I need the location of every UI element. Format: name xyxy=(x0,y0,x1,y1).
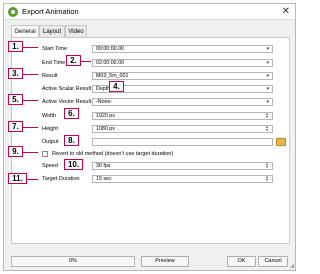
active-vector-value: -None- xyxy=(96,99,113,105)
callout-connector xyxy=(23,127,38,128)
target-duration-label: Target Duration xyxy=(42,176,80,182)
result-select[interactable]: M03_5m_001 ▾ xyxy=(92,72,273,80)
start-time-value: 00:00:00.00 xyxy=(96,46,124,52)
result-value: M03_5m_001 xyxy=(96,73,129,79)
width-value: 1920 px xyxy=(96,113,115,119)
start-time-label: Start Time xyxy=(42,46,68,52)
callout-8: 8. xyxy=(64,135,79,146)
active-vector-select[interactable]: -None- ▾ xyxy=(92,98,273,106)
callout-connector xyxy=(27,179,38,180)
end-time-value: 02:00:00.00 xyxy=(96,60,124,66)
height-label: Height xyxy=(42,126,58,132)
spin-icon[interactable]: ▲ ▼ xyxy=(264,113,270,119)
callout-2: 2. xyxy=(66,55,81,66)
spin-icon[interactable]: ▲ ▼ xyxy=(264,126,270,132)
revert-checkbox[interactable] xyxy=(42,151,48,157)
combo-arrow-icon: ▾ xyxy=(266,99,269,105)
cancel-button[interactable]: Cancel xyxy=(258,256,288,267)
callout-4: 4. xyxy=(109,81,124,92)
width-label: Width xyxy=(42,113,57,119)
combo-arrow-icon: ▾ xyxy=(266,73,269,79)
resize-grip-icon[interactable]: ◢ xyxy=(290,263,294,269)
target-duration-spinbox[interactable]: 15 sec ▲ ▼ xyxy=(92,175,273,183)
width-spinbox[interactable]: 1920 px ▲ ▼ xyxy=(92,112,273,120)
spin-icon[interactable]: ▲ ▼ xyxy=(264,176,270,182)
speed-spinbox[interactable]: 30 fps ▲ ▼ xyxy=(92,162,273,170)
callout-connector xyxy=(81,61,91,62)
export-animation-dialog: Export Animation ✕ General Layout Video … xyxy=(3,3,296,271)
callout-9: 9. xyxy=(8,146,23,157)
speed-value: 30 fps xyxy=(96,163,111,169)
output-label: Output xyxy=(42,139,59,145)
result-label: Result xyxy=(42,73,58,79)
folder-icon[interactable] xyxy=(276,138,286,146)
callout-7: 7. xyxy=(8,121,23,132)
callout-10: 10. xyxy=(64,159,83,170)
ok-button[interactable]: OK xyxy=(227,256,256,267)
speed-label: Speed xyxy=(42,163,58,169)
footer-bar: 0% Preview OK Cancel ◢ xyxy=(4,254,295,270)
height-value: 1080 px xyxy=(96,126,115,132)
output-path-input[interactable] xyxy=(92,138,273,146)
preview-button[interactable]: Preview xyxy=(141,256,189,267)
revert-label: Revert to old method (doesn't use target… xyxy=(52,151,174,157)
close-icon[interactable]: ✕ xyxy=(282,5,290,18)
window-title: Export Animation xyxy=(22,7,79,16)
titlebar: Export Animation ✕ xyxy=(4,4,295,20)
stage: Export Animation ✕ General Layout Video … xyxy=(0,0,300,274)
height-spinbox[interactable]: 1080 px ▲ ▼ xyxy=(92,125,273,133)
callout-1: 1. xyxy=(8,41,23,52)
callout-5: 5. xyxy=(8,94,23,105)
combo-arrow-icon: ▾ xyxy=(266,86,269,92)
callout-connector xyxy=(23,47,38,48)
end-time-label: End Time xyxy=(42,60,66,66)
callout-connector xyxy=(23,152,38,153)
general-panel: Start Time 00:00:00.00 ▾ End Time 02:00:… xyxy=(11,37,290,244)
combo-arrow-icon: ▾ xyxy=(266,46,269,52)
target-duration-value: 15 sec xyxy=(96,176,112,182)
active-vector-label: Active Vector Result xyxy=(42,99,92,105)
progress-bar: 0% xyxy=(11,256,135,267)
start-time-input[interactable]: 00:00:00.00 ▾ xyxy=(92,45,273,53)
combo-arrow-icon: ▾ xyxy=(266,60,269,66)
callout-3: 3. xyxy=(8,68,23,79)
callout-connector xyxy=(23,74,38,75)
qgis-logo-icon xyxy=(8,7,18,17)
callout-connector xyxy=(23,100,38,101)
active-scalar-label: Active Scalar Result xyxy=(42,86,92,92)
callout-6: 6. xyxy=(64,108,79,119)
end-time-input[interactable]: 02:00:00.00 ▾ xyxy=(92,59,273,67)
callout-11: 11. xyxy=(8,173,27,184)
spin-icon[interactable]: ▲ ▼ xyxy=(264,163,270,169)
